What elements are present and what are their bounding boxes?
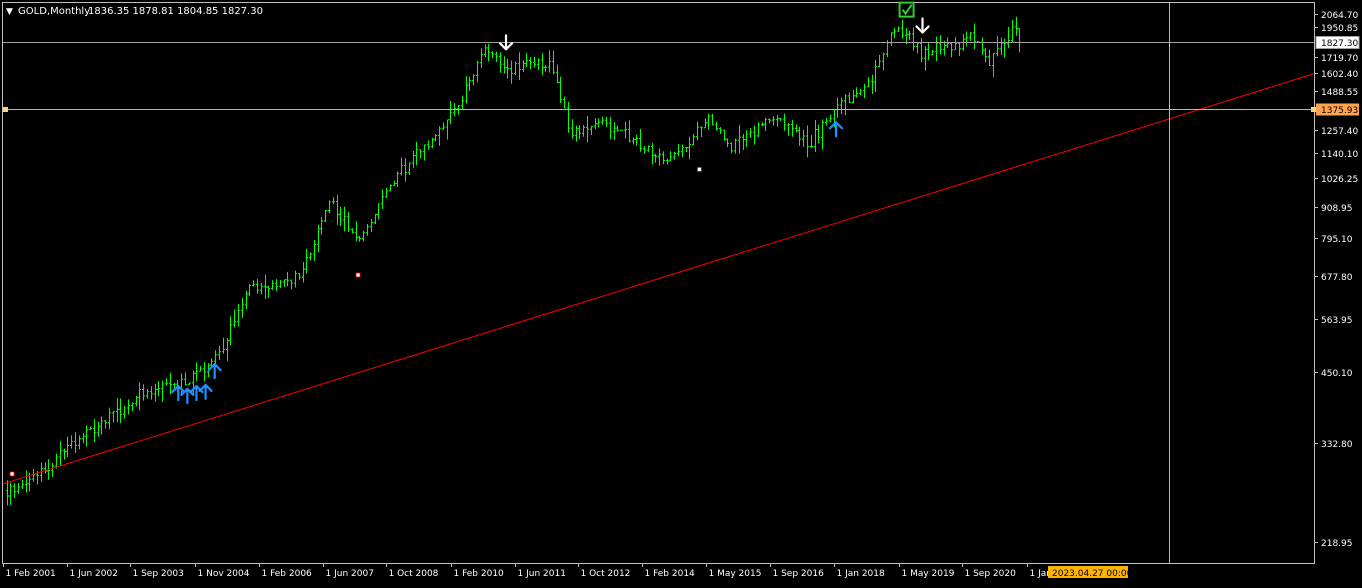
price-chart[interactable]: ▼ GOLD,Monthly 1836.35 1878.81 1804.85 1… [0, 0, 1362, 584]
time-tick-label: 1 Feb 2010 [454, 569, 505, 579]
price-tick-label: 908.95 [1321, 204, 1353, 214]
time-tick-label: 1 Feb 2006 [262, 569, 313, 579]
trendline-anchor-handle[interactable] [697, 167, 702, 172]
symbol-title: GOLD,Monthly [18, 6, 90, 17]
chart-background [0, 0, 1362, 584]
price-tick-label: 677.80 [1321, 273, 1353, 283]
price-tick-label: 332.80 [1321, 440, 1353, 450]
time-tick-label: 1 Feb 2001 [6, 569, 56, 579]
time-tick-label: 1 May 2015 [709, 569, 762, 579]
crosshair-left-handle[interactable] [3, 107, 8, 112]
price-tick-label: 2064.70 [1321, 11, 1358, 21]
crosshair-right-handle[interactable] [1311, 107, 1316, 112]
crosshair-time-label: 2023.04.27 00:00 [1052, 569, 1133, 579]
current-price-label: 1827.30 [1321, 39, 1358, 49]
trendline-anchor-handle[interactable] [9, 471, 15, 477]
symbol-dropdown-icon[interactable]: ▼ [6, 7, 13, 17]
price-tick-label: 1257.40 [1321, 127, 1358, 137]
price-tick-label: 218.95 [1321, 539, 1353, 549]
time-tick-label: 1 Sep 2003 [133, 569, 184, 579]
price-tick-label: 1488.55 [1321, 88, 1358, 98]
time-tick-label: 1 Sep 2020 [965, 569, 1017, 579]
chart-window[interactable]: ▼ GOLD,Monthly 1836.35 1878.81 1804.85 1… [0, 0, 1362, 584]
time-tick-label: 1 May 2019 [902, 569, 955, 579]
time-tick-label: 1 Jan 2018 [837, 569, 885, 579]
price-tick-label: 1719.70 [1321, 54, 1358, 64]
price-tick-label: 1026.25 [1321, 175, 1358, 185]
ohlc-bar [620, 129, 623, 131]
ohlc-readout: 1836.35 1878.81 1804.85 1827.30 [88, 6, 263, 17]
crosshair-price-label: 1375.93 [1321, 106, 1358, 116]
price-tick-label: 563.95 [1321, 316, 1353, 326]
time-tick-label: 1 Jun 2011 [518, 569, 566, 579]
price-tick-label: 795.10 [1321, 235, 1353, 245]
trendline-anchor-handle[interactable] [355, 272, 361, 278]
price-tick-label: 1950.85 [1321, 24, 1358, 34]
time-tick-label: 1 Jun 2002 [70, 569, 118, 579]
time-tick-label: 1 Feb 2014 [645, 569, 696, 579]
time-tick-label: 1 Jun 2007 [326, 569, 374, 579]
time-tick-label: 1 Oct 2012 [581, 569, 631, 579]
price-tick-label: 1140.10 [1321, 150, 1358, 160]
time-tick-label: 1 Nov 2004 [198, 569, 250, 579]
price-tick-label: 450.10 [1321, 369, 1353, 379]
time-tick-label: 1 Oct 2008 [389, 569, 439, 579]
price-tick-label: 1602.40 [1321, 70, 1358, 80]
time-tick-label: 1 Sep 2016 [773, 569, 825, 579]
